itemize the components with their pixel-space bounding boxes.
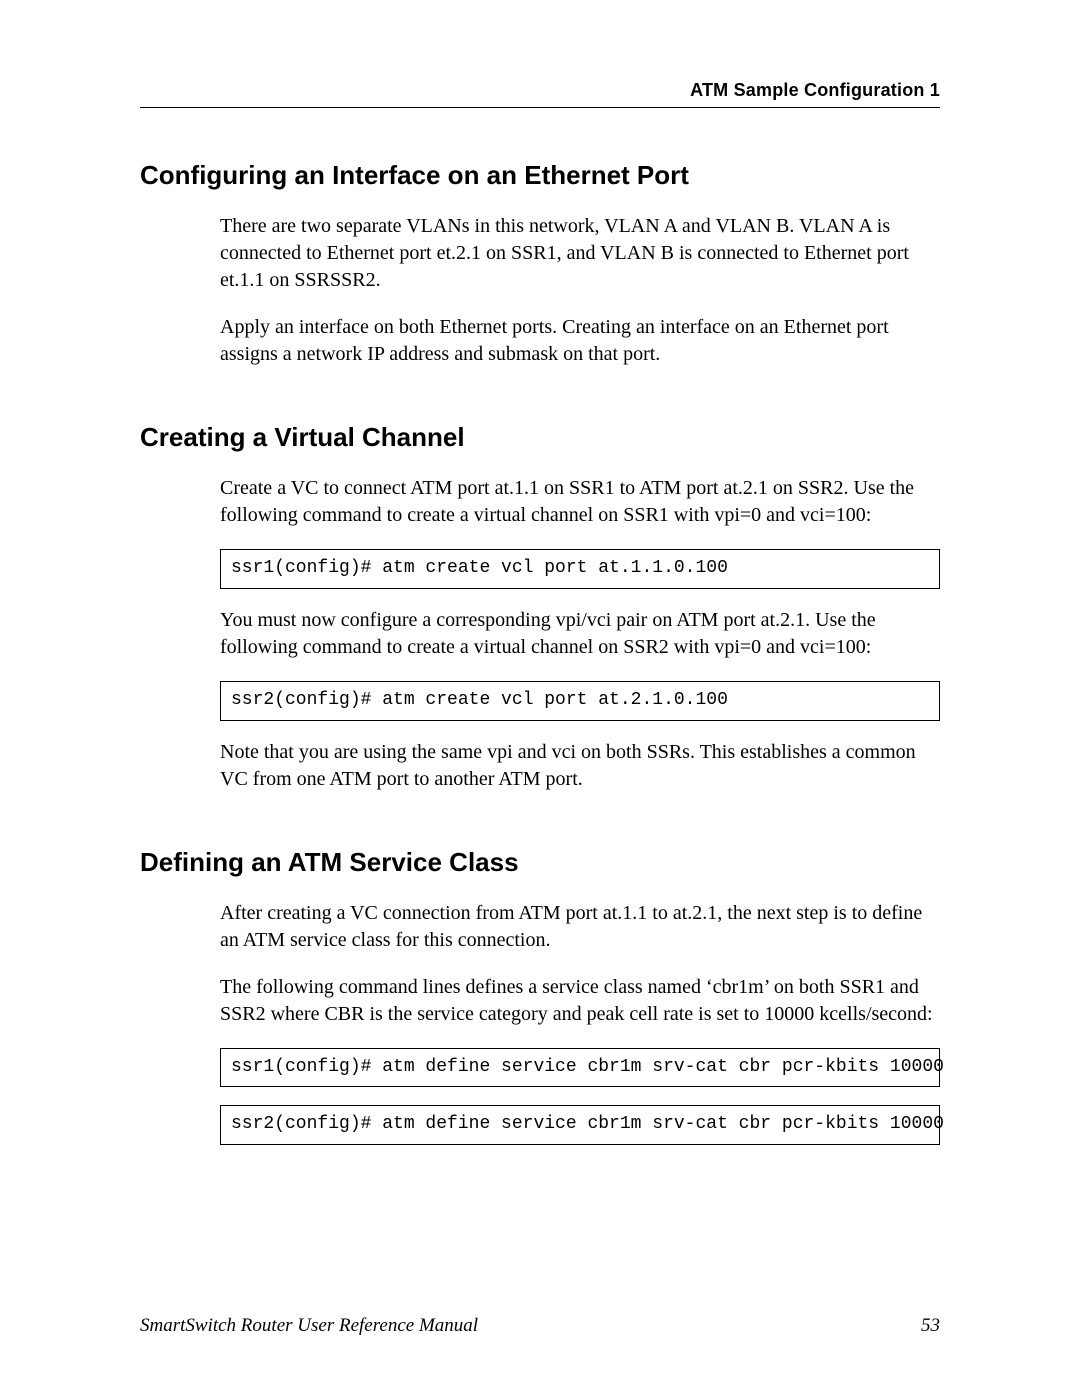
paragraph: The following command lines defines a se…: [220, 974, 940, 1028]
footer: SmartSwitch Router User Reference Manual…: [140, 1315, 940, 1337]
section-body: After creating a VC connection from ATM …: [220, 900, 940, 1145]
heading-define-atm-service-class: Defining an ATM Service Class: [140, 847, 940, 878]
code-block: ssr2(config)# atm create vcl port at.2.1…: [220, 681, 940, 721]
paragraph: After creating a VC connection from ATM …: [220, 900, 940, 954]
footer-page-number: 53: [921, 1315, 940, 1337]
paragraph: You must now configure a corresponding v…: [220, 607, 940, 661]
page: ATM Sample Configuration 1 Configuring a…: [0, 0, 1080, 1397]
section-body: Create a VC to connect ATM port at.1.1 o…: [220, 475, 940, 792]
paragraph: There are two separate VLANs in this net…: [220, 213, 940, 294]
code-block: ssr1(config)# atm create vcl port at.1.1…: [220, 549, 940, 589]
heading-configure-interface: Configuring an Interface on an Ethernet …: [140, 160, 940, 191]
heading-create-virtual-channel: Creating a Virtual Channel: [140, 422, 940, 453]
code-block: ssr2(config)# atm define service cbr1m s…: [220, 1105, 940, 1145]
section-body: There are two separate VLANs in this net…: [220, 213, 940, 368]
paragraph: Note that you are using the same vpi and…: [220, 739, 940, 793]
paragraph: Create a VC to connect ATM port at.1.1 o…: [220, 475, 940, 529]
running-head: ATM Sample Configuration 1: [140, 80, 940, 101]
footer-manual-title: SmartSwitch Router User Reference Manual: [140, 1315, 478, 1337]
code-block: ssr1(config)# atm define service cbr1m s…: [220, 1048, 940, 1088]
header-rule: [140, 107, 940, 108]
paragraph: Apply an interface on both Ethernet port…: [220, 314, 940, 368]
